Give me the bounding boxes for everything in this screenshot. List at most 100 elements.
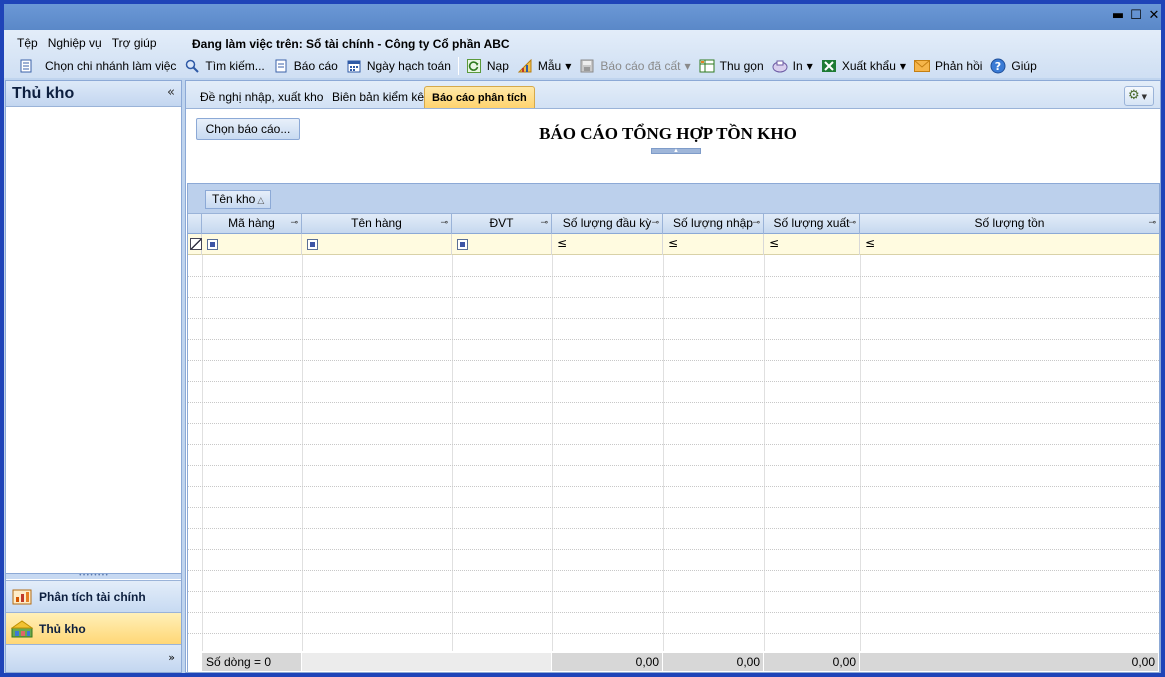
settings-gear-button[interactable]: ⚙ ▼ (1124, 86, 1154, 106)
nav-financial-analysis-label: Phân tích tài chính (39, 589, 146, 604)
main-toolbar: Chọn chi nhánh làm việc Tìm kiếm... Báo … (4, 54, 1041, 78)
filter-cell-unit[interactable] (452, 234, 552, 255)
report-title: BÁO CÁO TỔNG HỢP TỒN KHO (539, 124, 797, 143)
column-header-opening-qty[interactable]: Số lượng đầu kỳ ⊸ (552, 214, 663, 234)
column-header-item-name[interactable]: Tên hàng ⊸ (302, 214, 452, 234)
empty-row-line (188, 633, 1159, 634)
svg-text:?: ? (995, 60, 1001, 73)
export-qty-total: 0,00 (764, 653, 860, 671)
empty-row-line (188, 591, 1159, 592)
saved-reports-button[interactable]: Báo cáo đã cất ▼ (575, 55, 694, 77)
branch-icon (18, 58, 34, 74)
menu-operations[interactable]: Nghiệp vụ (43, 36, 107, 50)
help-label: Giúp (1011, 59, 1037, 73)
working-context-label: Đang làm việc trên: Sổ tài chính - Công … (192, 37, 510, 51)
search-button[interactable]: Tìm kiếm... (180, 55, 268, 77)
template-button[interactable]: Mẫu ▼ (513, 55, 576, 77)
summary-blank (302, 653, 552, 671)
close-icon[interactable]: ✕ (1147, 9, 1161, 23)
less-equal-operator[interactable]: ≤ (668, 236, 678, 250)
closing-qty-total: 0,00 (860, 653, 1159, 671)
refresh-icon (466, 58, 482, 74)
choose-branch-button[interactable]: Chọn chi nhánh làm việc (14, 55, 180, 77)
pin-icon[interactable]: ⊸ (1148, 214, 1156, 233)
dropdown-caret-icon: ▼ (684, 61, 691, 71)
load-button[interactable]: Nạp (462, 55, 513, 77)
minimize-icon[interactable]: ▬ (1111, 9, 1125, 23)
collapse-header-grip[interactable]: ▲ (651, 148, 701, 154)
column-header-label: Mã hàng (228, 216, 275, 230)
calendar-icon (346, 58, 362, 74)
left-panel-header: Thủ kho « (6, 81, 181, 107)
column-header-closing-qty[interactable]: Số lượng tồn ⊸ (860, 214, 1159, 234)
column-header-unit[interactable]: ĐVT ⊸ (452, 214, 552, 234)
feedback-label: Phản hồi (935, 59, 983, 73)
filter-operator-icon[interactable] (457, 239, 468, 250)
menu-help[interactable]: Trợ giúp (107, 36, 162, 50)
pin-icon[interactable]: ⊸ (540, 214, 548, 233)
filter-cell-import-qty[interactable]: ≤ (663, 234, 764, 255)
filter-operator-icon[interactable] (307, 239, 318, 250)
collapse-button[interactable]: Thu gọn (695, 55, 768, 77)
empty-row-line (188, 570, 1159, 571)
empty-row-line (188, 507, 1159, 508)
less-equal-operator[interactable]: ≤ (865, 236, 875, 250)
excel-icon (821, 58, 837, 74)
template-chart-icon (517, 58, 533, 74)
column-header-label: Số lượng tồn (974, 216, 1045, 230)
empty-row-line (188, 318, 1159, 319)
collapse-label: Thu gọn (719, 59, 764, 73)
clear-filter-icon[interactable] (190, 238, 202, 250)
nav-warehouse-keeper[interactable]: Thủ kho (6, 612, 181, 644)
grid-rows-area[interactable] (188, 255, 1159, 651)
pin-icon[interactable]: ⊸ (651, 214, 659, 233)
empty-row-line (188, 486, 1159, 487)
choose-branch-label: Chọn chi nhánh làm việc (45, 59, 177, 73)
print-icon (772, 58, 788, 74)
empty-row-line (188, 402, 1159, 403)
nav-financial-analysis[interactable]: Phân tích tài chính (6, 580, 181, 612)
print-button[interactable]: In ▼ (768, 55, 817, 77)
filter-row-indicator (188, 234, 202, 255)
left-panel-footer: » (6, 644, 181, 672)
pin-icon[interactable]: ⊸ (848, 214, 856, 233)
filter-operator-icon[interactable] (207, 239, 218, 250)
panel-splitter-handle[interactable]: • • • • • • • • (6, 573, 181, 579)
export-label: Xuất khẩu (841, 59, 896, 73)
column-header-import-qty[interactable]: Số lượng nhập ⊸ (663, 214, 764, 234)
more-options-icon[interactable]: » (168, 651, 175, 664)
main-content: Đề nghị nhập, xuất kho Biên bản kiểm kê … (185, 80, 1161, 673)
tab-inventory-count[interactable]: Biên bản kiểm kê (325, 86, 431, 108)
menu-file[interactable]: Tệp (12, 36, 43, 50)
filter-cell-export-qty[interactable]: ≤ (764, 234, 860, 255)
filter-cell-opening-qty[interactable]: ≤ (552, 234, 663, 255)
less-equal-operator[interactable]: ≤ (557, 236, 567, 250)
column-header-item-code[interactable]: Mã hàng ⊸ (202, 214, 302, 234)
tab-stock-requests[interactable]: Đề nghị nhập, xuất kho (193, 86, 330, 108)
export-button[interactable]: Xuất khẩu ▼ (817, 55, 910, 77)
tab-analysis-reports[interactable]: Báo cáo phân tích (424, 86, 535, 108)
column-header-label: Số lượng xuất (773, 216, 850, 230)
collapse-grid-icon (699, 58, 715, 74)
report-button[interactable]: Báo cáo (269, 55, 342, 77)
feedback-button[interactable]: Phản hồi (910, 55, 986, 77)
filter-cell-item-name[interactable] (302, 234, 452, 255)
maximize-icon[interactable]: ☐ (1129, 9, 1143, 23)
less-equal-operator[interactable]: ≤ (769, 236, 779, 250)
filter-cell-item-code[interactable] (202, 234, 302, 255)
pin-icon[interactable]: ⊸ (440, 214, 448, 233)
saved-reports-label: Báo cáo đã cất (600, 59, 681, 73)
filter-cell-closing-qty[interactable]: ≤ (860, 234, 1159, 255)
report-header-panel: Chọn báo cáo... BÁO CÁO TỔNG HỢP TỒN KHO (186, 110, 1160, 180)
help-button[interactable]: ? Giúp (986, 55, 1040, 77)
row-indicator-header (188, 214, 202, 234)
pin-icon[interactable]: ⊸ (290, 214, 298, 233)
empty-row-line (188, 549, 1159, 550)
empty-row-line (188, 381, 1159, 382)
posting-date-button[interactable]: Ngày hạch toán (342, 55, 455, 77)
group-by-warehouse-chip[interactable]: Tên kho △ (205, 190, 272, 209)
column-header-export-qty[interactable]: Số lượng xuất ⊸ (764, 214, 860, 234)
collapse-panel-icon[interactable]: « (167, 85, 175, 100)
dropdown-caret-icon: ▼ (806, 61, 813, 71)
pin-icon[interactable]: ⊸ (752, 214, 760, 233)
